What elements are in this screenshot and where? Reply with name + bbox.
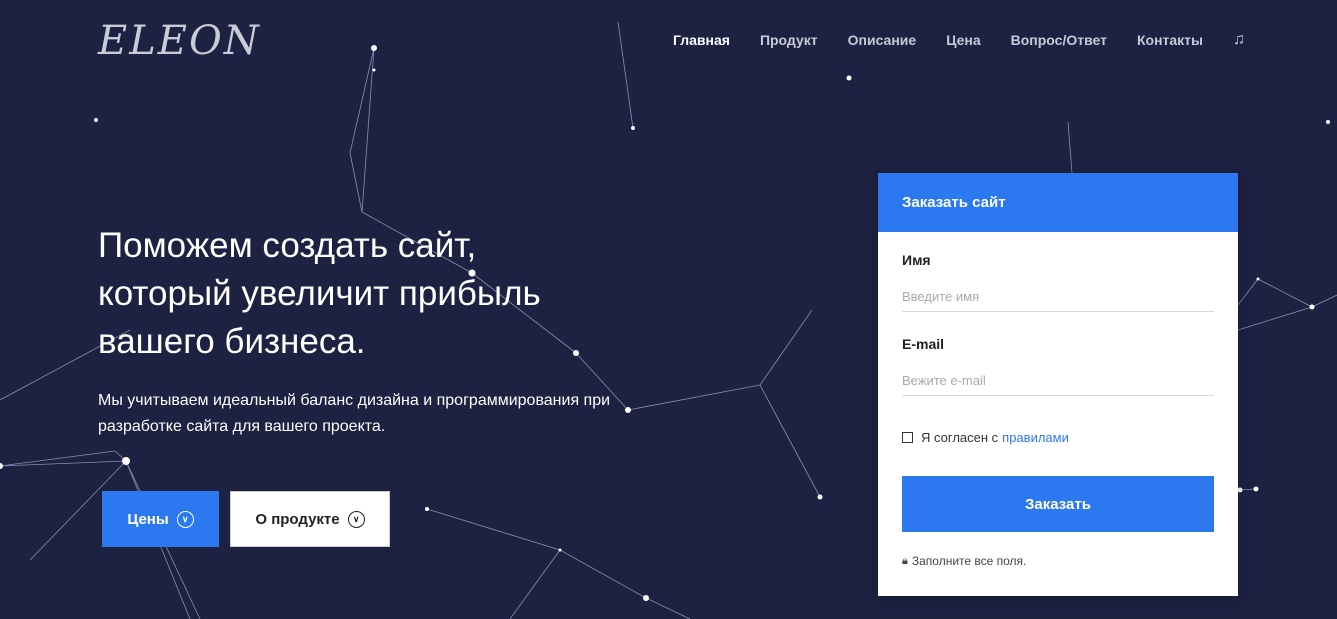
constellation-dot (558, 548, 562, 552)
lock-icon: 🔒︎ (902, 554, 908, 567)
constellation-dot (372, 68, 376, 72)
agree-checkbox[interactable] (902, 432, 913, 443)
hero-title-line: который увеличит прибыль (98, 274, 541, 313)
order-button[interactable]: Заказать (902, 476, 1214, 532)
hero-title-line: вашего бизнеса. (98, 322, 366, 361)
about-product-button[interactable]: О продукте ∨ (230, 491, 390, 547)
constellation-dot (1309, 304, 1315, 310)
logo[interactable]: ELEON (98, 18, 261, 64)
about-product-button-label: О продукте (255, 510, 340, 528)
main-nav: Главная Продукт Описание Цена Вопрос/Отв… (673, 31, 1245, 49)
form-note-text: Заполните все поля. (911, 554, 1027, 568)
constellation-line (617, 21, 634, 129)
chevron-down-icon: ∨ (347, 510, 365, 528)
constellation-dot (817, 494, 823, 500)
constellation-dot (643, 595, 649, 601)
constellation-line (426, 508, 561, 551)
constellation-line (509, 549, 561, 619)
constellation-dot (631, 126, 635, 130)
email-label: E-mail (902, 336, 945, 352)
constellation-dot (0, 463, 3, 469)
constellation-dot (94, 118, 98, 122)
nav-item-product[interactable]: Продукт (760, 32, 818, 48)
music-note-icon[interactable]: ♫ (1233, 31, 1245, 49)
nav-item-price[interactable]: Цена (946, 32, 980, 48)
constellation-line (1237, 306, 1313, 331)
constellation-dot (425, 507, 429, 511)
nav-item-contacts[interactable]: Контакты (1137, 32, 1203, 48)
constellation-line (1311, 294, 1337, 308)
name-field[interactable] (902, 281, 1214, 312)
hero-title: Поможем создать сайт, который увеличит п… (98, 222, 658, 366)
order-form-title: Заказать сайт (878, 173, 1238, 232)
constellation-dot (1253, 486, 1259, 492)
nav-item-description[interactable]: Описание (848, 32, 917, 48)
constellation-dot (371, 45, 377, 51)
name-label: Имя (902, 252, 931, 268)
order-form: Заказать сайт Имя E-mail Я согласен с пр… (878, 173, 1238, 596)
constellation-line (1257, 278, 1313, 308)
prices-button[interactable]: Цены ∨ (102, 491, 219, 547)
constellation-line (645, 597, 691, 619)
hero-title-line: Поможем создать сайт, (98, 226, 477, 265)
nav-item-home[interactable]: Главная (673, 32, 730, 48)
constellation-line (1067, 121, 1073, 174)
constellation-dot (1237, 487, 1243, 493)
email-field[interactable] (902, 365, 1214, 396)
constellation-dot (1326, 120, 1330, 124)
nav-item-faq[interactable]: Вопрос/Ответ (1011, 32, 1107, 48)
agree-text: Я согласен с (921, 430, 999, 445)
rules-link[interactable]: правилами (1002, 430, 1069, 445)
constellation-line (627, 384, 761, 411)
constellation-dot (122, 457, 130, 465)
constellation-line (349, 152, 363, 213)
constellation-line (759, 309, 813, 386)
constellation-dot (846, 75, 852, 81)
constellation-dot (1256, 277, 1260, 281)
prices-button-label: Цены (127, 510, 169, 528)
constellation-line (1237, 278, 1259, 306)
chevron-down-icon: ∨ (176, 510, 194, 528)
form-note: 🔒︎ Заполните все поля. (902, 554, 1026, 568)
constellation-line (759, 384, 821, 498)
agree-row: Я согласен с правилами (902, 430, 1069, 445)
constellation-line (559, 549, 647, 599)
hero-description: Мы учитываем идеальный баланс дизайна и … (98, 392, 611, 435)
